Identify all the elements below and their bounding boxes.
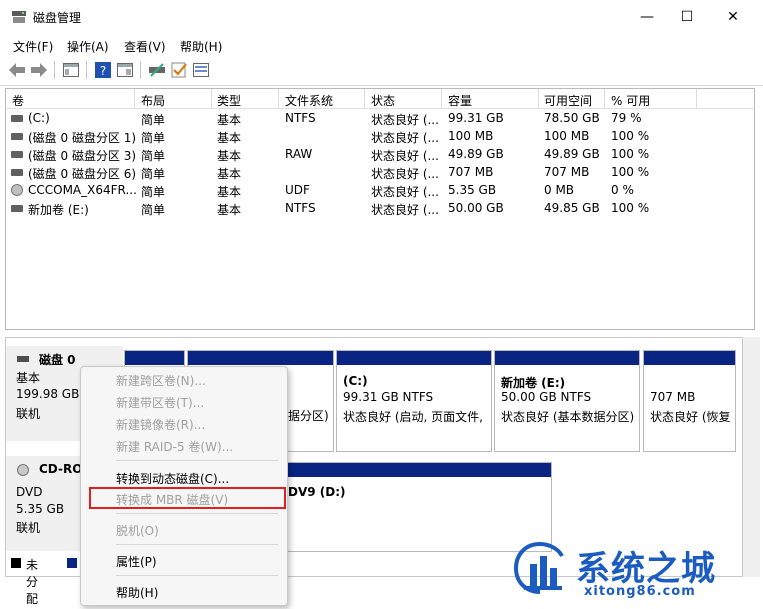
- table-row[interactable]: (C:) 简单 基本 NTFS 状态良好 (... 99.31 GB 78.50…: [6, 109, 754, 127]
- menu-item-new-spanned-volume: 新建跨区卷(N)...: [116, 374, 206, 388]
- drive-icon: [11, 115, 23, 122]
- window-title: 磁盘管理: [33, 11, 82, 25]
- properties-icon[interactable]: [116, 61, 134, 79]
- menu-item-offline: 脱机(O): [116, 524, 159, 538]
- watermark-name: 系统之城: [576, 549, 716, 589]
- console-tree-icon[interactable]: [62, 61, 80, 79]
- legend-swatch-primary: [67, 558, 77, 568]
- disk-0-partition-e[interactable]: 新加卷 (E:) 50.00 GB NTFS 状态良好 (基本数据分区): [494, 350, 640, 452]
- menu-item-convert-to-dynamic[interactable]: 转换到动态磁盘(C)...: [116, 470, 229, 487]
- disk-0-partition-c[interactable]: (C:) 99.31 GB NTFS 状态良好 (启动, 页面文件,: [336, 350, 492, 452]
- watermark-logo-icon: [514, 542, 564, 594]
- svg-text:?: ?: [100, 64, 106, 78]
- table-row[interactable]: (磁盘 0 磁盘分区 1) 简单 基本 状态良好 (... 100 MB 100…: [6, 127, 754, 145]
- maximize-button[interactable]: ☐: [664, 0, 710, 34]
- connect-drive-icon[interactable]: [148, 61, 166, 79]
- cd-icon: [11, 184, 23, 196]
- col-header-percent-free[interactable]: % 可用: [611, 92, 650, 109]
- legend-swatch-unallocated: [11, 558, 21, 568]
- table-row[interactable]: (磁盘 0 磁盘分区 6) 简单 基本 状态良好 (... 707 MB 707…: [6, 163, 754, 181]
- volume-list: 卷 布局 类型 文件系统 状态 容量 可用空间 % 可用 (C:) 简单 基本 …: [5, 88, 755, 330]
- forward-arrow-icon[interactable]: [30, 61, 48, 79]
- menu-view[interactable]: 查看(V): [124, 38, 166, 55]
- col-header-type[interactable]: 类型: [217, 92, 241, 109]
- cd-icon: [17, 464, 29, 476]
- menu-item-new-striped-volume: 新建带区卷(T)...: [116, 396, 205, 410]
- help-icon[interactable]: ?: [94, 61, 112, 79]
- disk-0-partition-recovery[interactable]: 707 MB 状态良好 (恢复: [643, 350, 736, 452]
- menu-action[interactable]: 操作(A): [67, 38, 109, 55]
- menu-item-help[interactable]: 帮助(H): [116, 584, 158, 601]
- close-button[interactable]: ✕: [710, 0, 756, 34]
- menu-bar: 文件(F) 操作(A) 查看(V) 帮助(H): [0, 34, 763, 56]
- disk-management-app-icon: [12, 11, 26, 23]
- col-header-status[interactable]: 状态: [371, 92, 395, 109]
- context-menu: 新建跨区卷(N)... 新建带区卷(T)... 新建镜像卷(R)... 新建 R…: [80, 366, 288, 606]
- highlight-box: [89, 487, 286, 509]
- watermark: 系统之城 xitong86.com: [508, 538, 758, 604]
- col-header-capacity[interactable]: 容量: [448, 92, 472, 109]
- table-row[interactable]: CCCOMA_X64FR... 简单 基本 UDF 状态良好 (... 5.35…: [6, 181, 754, 199]
- col-header-volume[interactable]: 卷: [12, 92, 24, 109]
- col-header-free-space[interactable]: 可用空间: [544, 92, 592, 109]
- drive-icon: [11, 133, 23, 140]
- title-bar: 磁盘管理 — ☐ ✕: [0, 0, 763, 34]
- toolbar: ?: [0, 56, 763, 86]
- drive-icon: [17, 356, 29, 362]
- menu-item-new-mirrored-volume: 新建镜像卷(R)...: [116, 418, 206, 432]
- volume-table-header: 卷 布局 类型 文件系统 状态 容量 可用空间 % 可用: [6, 89, 754, 109]
- menu-help[interactable]: 帮助(H): [180, 38, 222, 55]
- drive-icon: [11, 169, 23, 176]
- legend-unallocated: 未分配: [26, 558, 39, 606]
- watermark-url: xitong86.com: [584, 584, 696, 599]
- drive-icon: [11, 151, 23, 158]
- list-view-icon[interactable]: [192, 61, 210, 79]
- table-row[interactable]: 新加卷 (E:) 简单 基本 NTFS 状态良好 (... 50.00 GB 4…: [6, 199, 754, 217]
- menu-item-new-raid5-volume: 新建 RAID-5 卷(W)...: [116, 440, 234, 454]
- disk-management-window: 磁盘管理 — ☐ ✕ 文件(F) 操作(A) 查看(V) 帮助(H) ? 卷 布…: [0, 0, 763, 609]
- table-row[interactable]: (磁盘 0 磁盘分区 3) 简单 基本 RAW 状态良好 (... 49.89 …: [6, 145, 754, 163]
- menu-item-properties[interactable]: 属性(P): [116, 553, 157, 570]
- col-header-layout[interactable]: 布局: [141, 92, 165, 109]
- menu-file[interactable]: 文件(F): [13, 38, 53, 55]
- col-header-filesystem[interactable]: 文件系统: [285, 92, 333, 109]
- check-icon[interactable]: [170, 61, 188, 79]
- drive-icon: [11, 205, 23, 212]
- back-arrow-icon[interactable]: [8, 61, 26, 79]
